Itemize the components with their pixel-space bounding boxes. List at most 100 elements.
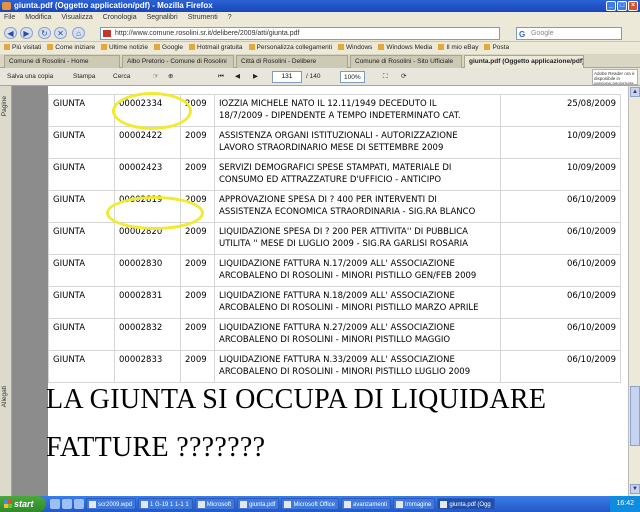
zoom-select[interactable]: 100% [340,71,365,83]
cell-number: 00002422 [114,126,181,159]
stop-icon[interactable]: ✕ [54,27,67,39]
first-page-icon[interactable]: ⏮ [215,71,227,83]
title-bar: giunta.pdf (Oggetto application/pdf) - M… [0,0,640,12]
cell-description: LIQUIDAZIONE FATTURA N.33/2009 ALL' ASSO… [214,350,501,383]
cell-number: 00002423 [114,158,181,191]
quicklaunch-icon[interactable] [74,499,84,509]
bookmark-item[interactable]: Windows [338,42,372,54]
scroll-up-icon[interactable]: ▲ [630,87,640,97]
address-bar[interactable]: http://www.comune.rosolini.sr.it/deliber… [100,27,500,40]
menu-bookmarks[interactable]: Segnalibri [147,12,178,24]
taskbar-item[interactable]: avanzamenti [341,498,392,510]
google-icon: G [519,30,526,39]
menu-tools[interactable]: Strumenti [188,12,218,24]
bookmark-item[interactable]: Ultime notizie [101,42,148,54]
taskbar-item[interactable]: giunta.pdf [237,498,280,510]
maximize-button[interactable]: □ [617,1,627,11]
cell-description: LIQUIDAZIONE FATTURA N.18/2009 ALL' ASSO… [214,286,501,319]
back-icon[interactable]: ◀ [4,27,17,39]
find-button[interactable]: Cerca [110,71,133,83]
cell-number: 00002832 [114,318,181,351]
cell-year: 2009 [180,222,215,255]
browser-window: giunta.pdf (Oggetto application/pdf) - M… [0,0,640,512]
tab-comune-home[interactable]: Comune di Rosolini - Home [4,55,120,68]
reload-icon[interactable]: ↻ [38,27,51,39]
pages-panel-tab[interactable]: Pagine [1,96,11,116]
menu-view[interactable]: Visualizza [61,12,92,24]
highlight-circle [112,92,192,130]
table-row: GIUNTA 00002830 2009 LIQUIDAZIONE FATTURA N… [48,254,621,287]
start-button[interactable]: start [0,496,46,512]
table-row: GIUNTA 00002831 2009 LIQUIDAZIONE FATTURA N… [48,286,621,319]
caption-line-2: FATTURE ??????? [46,432,266,463]
cell-date: 06/10/2009 [500,222,621,255]
bookmark-item[interactable]: Più visitati [4,42,41,54]
minimize-button[interactable]: _ [606,1,616,11]
taskbar-item[interactable]: 1 G-19 1 1-1 1 [138,498,193,510]
save-copy-button[interactable]: Salva una copia [4,71,56,83]
page-number-input[interactable]: 131 [272,71,302,83]
tab-giunta-pdf[interactable]: giunta.pdf (Oggetto applicazione/pdf) [464,55,584,68]
forward-icon[interactable]: ▶ [20,27,33,39]
pdf-side-panel: Pagine Allegati [0,86,12,496]
attachments-panel-tab[interactable]: Allegati [1,386,11,407]
bookmark-item[interactable]: Il mio eBay [438,42,478,54]
bookmark-item[interactable]: Windows Media [378,42,432,54]
scroll-down-icon[interactable]: ▼ [630,484,640,494]
cell-date: 06/10/2009 [500,350,621,383]
cell-year: 2009 [180,350,215,383]
home-icon[interactable]: ⌂ [72,27,85,39]
search-box[interactable]: G Google [516,27,622,40]
highlight-circle [106,196,204,230]
cell-year: 2009 [180,126,215,159]
tab-albo-pretorio[interactable]: Albo Pretorio - Comune di Rosolini [122,55,234,68]
cell-date: 06/10/2009 [500,286,621,319]
scroll-thumb[interactable] [630,386,640,446]
next-page-icon[interactable]: ▶ [250,71,261,83]
navigation-bar: ◀ ▶ ↻ ✕ ⌂ http://www.comune.rosolini.sr.… [0,24,640,42]
taskbar-item[interactable]: Microsoft [194,498,236,510]
cell-year: 2009 [180,254,215,287]
fit-page-icon[interactable]: ⛶ [380,71,391,83]
cell-org: GIUNTA [48,126,115,159]
cell-org: GIUNTA [48,286,115,319]
tab-bar: Comune di Rosolini - Home Albo Pretorio … [0,54,640,68]
cell-number: 00002833 [114,350,181,383]
cell-org: GIUNTA [48,254,115,287]
cell-org: GIUNTA [48,222,115,255]
cell-number: 00002831 [114,286,181,319]
quicklaunch-icon[interactable] [62,499,72,509]
taskbar-item[interactable]: Immagine [393,498,436,510]
vertical-scrollbar[interactable]: ▲ ▼ [628,86,640,496]
zoom-tool-icon[interactable]: ⊕ [165,71,176,83]
window-controls: _ □ × [606,1,638,11]
tab-delibere[interactable]: Città di Rosolini - Delibere [236,55,348,68]
menu-edit[interactable]: Modifica [25,12,51,24]
prev-page-icon[interactable]: ◀ [232,71,243,83]
firefox-icon [2,2,11,10]
menu-file[interactable]: File [4,12,15,24]
close-button[interactable]: × [628,1,638,11]
menu-help[interactable]: ? [228,12,232,24]
cell-date: 06/10/2009 [500,190,621,223]
cell-org: GIUNTA [48,94,115,127]
select-tool-icon[interactable]: ☞ [150,71,162,83]
taskbar-item[interactable]: Microsoft Office [281,498,340,510]
bookmark-item[interactable]: Posta [484,42,509,54]
rotate-icon[interactable]: ⟳ [398,71,409,83]
menu-history[interactable]: Cronologia [103,12,137,24]
cell-description: LIQUIDAZIONE SPESA DI ? 200 PER ATTIVITA… [214,222,501,255]
bookmark-item[interactable]: Personalizza collegamenti [249,42,333,54]
tab-sito-ufficiale[interactable]: Comune di Rosolini - Sito Ufficiale [350,55,462,68]
print-button[interactable]: Stampa [70,71,98,83]
table-row: GIUNTA 00002422 2009 ASSISTENZA ORGANI ISTI… [48,126,621,159]
taskbar-item[interactable]: scr2009.wpd [86,498,137,510]
taskbar-item[interactable]: giunta.pdf (Ogg [437,498,495,510]
bookmark-item[interactable]: Hotmail gratuita [189,42,243,54]
cell-org: GIUNTA [48,190,115,223]
adobe-update-notice[interactable]: Adobe Reader ora è disponibile in versio… [592,69,638,85]
quicklaunch-icon[interactable] [50,499,60,509]
cell-description: IOZZIA MICHELE NATO IL 12.11/1949 DECEDU… [214,94,501,127]
bookmark-item[interactable]: Google [154,42,183,54]
bookmark-item[interactable]: Come iniziare [47,42,95,54]
